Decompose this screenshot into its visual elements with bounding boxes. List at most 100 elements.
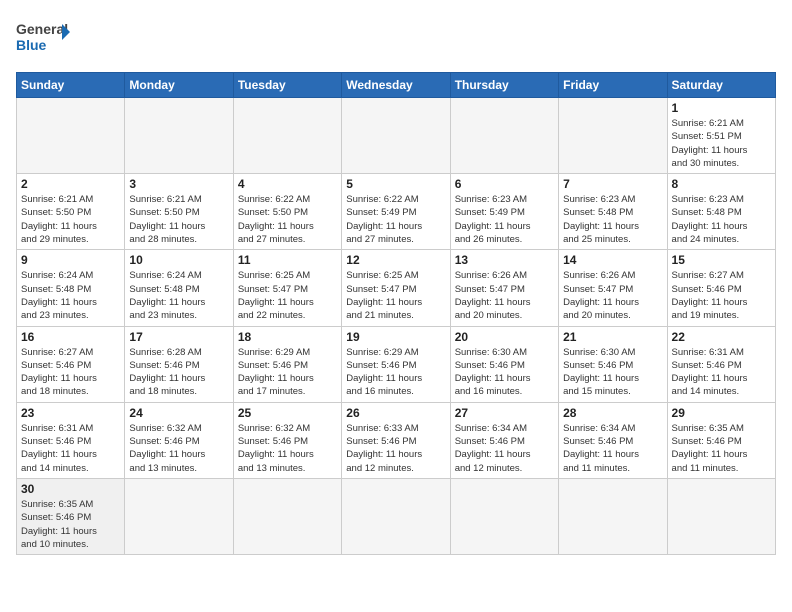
day-info: Sunrise: 6:35 AM Sunset: 5:46 PM Dayligh… xyxy=(672,422,771,475)
day-info: Sunrise: 6:30 AM Sunset: 5:46 PM Dayligh… xyxy=(563,346,662,399)
week-row-5: 23 Sunrise: 6:31 AM Sunset: 5:46 PM Dayli… xyxy=(17,402,776,478)
day-cell: 27 Sunrise: 6:34 AM Sunset: 5:46 PM Dayli… xyxy=(450,402,558,478)
day-info: Sunrise: 6:28 AM Sunset: 5:46 PM Dayligh… xyxy=(129,346,228,399)
day-cell: 22 Sunrise: 6:31 AM Sunset: 5:46 PM Dayli… xyxy=(667,326,775,402)
day-cell xyxy=(125,98,233,174)
day-cell xyxy=(342,98,450,174)
day-cell: 1 Sunrise: 6:21 AM Sunset: 5:51 PM Daylig… xyxy=(667,98,775,174)
day-number: 5 xyxy=(346,177,445,191)
day-info: Sunrise: 6:25 AM Sunset: 5:47 PM Dayligh… xyxy=(346,269,445,322)
day-number: 23 xyxy=(21,406,120,420)
day-number: 2 xyxy=(21,177,120,191)
day-cell: 20Sunrise: 6:30 AM Sunset: 5:46 PM Dayli… xyxy=(450,326,558,402)
day-info: Sunrise: 6:35 AM Sunset: 5:46 PM Dayligh… xyxy=(21,498,120,551)
day-info: Sunrise: 6:27 AM Sunset: 5:46 PM Dayligh… xyxy=(21,346,120,399)
day-number: 11 xyxy=(238,253,337,267)
day-cell xyxy=(450,478,558,554)
day-cell: 5Sunrise: 6:22 AM Sunset: 5:49 PM Daylig… xyxy=(342,174,450,250)
day-info: Sunrise: 6:34 AM Sunset: 5:46 PM Dayligh… xyxy=(455,422,554,475)
calendar-table: SundayMondayTuesdayWednesdayThursdayFrid… xyxy=(16,72,776,555)
day-cell xyxy=(233,478,341,554)
day-cell: 10 Sunrise: 6:24 AM Sunset: 5:48 PM Dayli… xyxy=(125,250,233,326)
day-info: Sunrise: 6:29 AM Sunset: 5:46 PM Dayligh… xyxy=(346,346,445,399)
day-cell: 23 Sunrise: 6:31 AM Sunset: 5:46 PM Dayli… xyxy=(17,402,125,478)
day-info: Sunrise: 6:31 AM Sunset: 5:46 PM Dayligh… xyxy=(21,422,120,475)
day-info: Sunrise: 6:25 AM Sunset: 5:47 PM Dayligh… xyxy=(238,269,337,322)
day-info: Sunrise: 6:27 AM Sunset: 5:46 PM Dayligh… xyxy=(672,269,771,322)
day-cell xyxy=(559,478,667,554)
day-number: 16 xyxy=(21,330,120,344)
day-cell: 14 Sunrise: 6:26 AM Sunset: 5:47 PM Dayli… xyxy=(559,250,667,326)
week-row-1: 1 Sunrise: 6:21 AM Sunset: 5:51 PM Daylig… xyxy=(17,98,776,174)
day-info: Sunrise: 6:21 AM Sunset: 5:51 PM Dayligh… xyxy=(672,117,771,170)
day-cell: 3Sunrise: 6:21 AM Sunset: 5:50 PM Daylig… xyxy=(125,174,233,250)
day-info: Sunrise: 6:32 AM Sunset: 5:46 PM Dayligh… xyxy=(129,422,228,475)
day-number: 14 xyxy=(563,253,662,267)
day-cell xyxy=(667,478,775,554)
day-cell xyxy=(559,98,667,174)
day-info: Sunrise: 6:26 AM Sunset: 5:47 PM Dayligh… xyxy=(455,269,554,322)
day-number: 28 xyxy=(563,406,662,420)
day-number: 24 xyxy=(129,406,228,420)
day-cell: 2 Sunrise: 6:21 AM Sunset: 5:50 PM Daylig… xyxy=(17,174,125,250)
weekday-tuesday: Tuesday xyxy=(233,73,341,98)
weekday-sunday: Sunday xyxy=(17,73,125,98)
day-info: Sunrise: 6:30 AM Sunset: 5:46 PM Dayligh… xyxy=(455,346,554,399)
day-number: 17 xyxy=(129,330,228,344)
day-number: 18 xyxy=(238,330,337,344)
day-cell: 9Sunrise: 6:24 AM Sunset: 5:48 PM Daylig… xyxy=(17,250,125,326)
day-cell: 25Sunrise: 6:32 AM Sunset: 5:46 PM Dayli… xyxy=(233,402,341,478)
logo: General Blue xyxy=(16,16,70,60)
day-cell: 7Sunrise: 6:23 AM Sunset: 5:48 PM Daylig… xyxy=(559,174,667,250)
day-cell: 30 Sunrise: 6:35 AM Sunset: 5:46 PM Dayli… xyxy=(17,478,125,554)
logo-icon: General Blue xyxy=(16,16,70,60)
day-cell: 28Sunrise: 6:34 AM Sunset: 5:46 PM Dayli… xyxy=(559,402,667,478)
day-number: 10 xyxy=(129,253,228,267)
day-number: 1 xyxy=(672,101,771,115)
day-number: 22 xyxy=(672,330,771,344)
day-info: Sunrise: 6:31 AM Sunset: 5:46 PM Dayligh… xyxy=(672,346,771,399)
day-number: 19 xyxy=(346,330,445,344)
weekday-saturday: Saturday xyxy=(667,73,775,98)
day-number: 29 xyxy=(672,406,771,420)
day-info: Sunrise: 6:21 AM Sunset: 5:50 PM Dayligh… xyxy=(129,193,228,246)
day-cell: 26Sunrise: 6:33 AM Sunset: 5:46 PM Dayli… xyxy=(342,402,450,478)
day-number: 30 xyxy=(21,482,120,496)
weekday-friday: Friday xyxy=(559,73,667,98)
day-info: Sunrise: 6:24 AM Sunset: 5:48 PM Dayligh… xyxy=(129,269,228,322)
day-number: 4 xyxy=(238,177,337,191)
day-cell: 4 Sunrise: 6:22 AM Sunset: 5:50 PM Daylig… xyxy=(233,174,341,250)
day-info: Sunrise: 6:29 AM Sunset: 5:46 PM Dayligh… xyxy=(238,346,337,399)
day-info: Sunrise: 6:26 AM Sunset: 5:47 PM Dayligh… xyxy=(563,269,662,322)
day-info: Sunrise: 6:23 AM Sunset: 5:48 PM Dayligh… xyxy=(672,193,771,246)
weekday-wednesday: Wednesday xyxy=(342,73,450,98)
day-number: 26 xyxy=(346,406,445,420)
day-cell: 11 Sunrise: 6:25 AM Sunset: 5:47 PM Dayli… xyxy=(233,250,341,326)
day-info: Sunrise: 6:22 AM Sunset: 5:50 PM Dayligh… xyxy=(238,193,337,246)
week-row-4: 16 Sunrise: 6:27 AM Sunset: 5:46 PM Dayli… xyxy=(17,326,776,402)
day-cell: 8Sunrise: 6:23 AM Sunset: 5:48 PM Daylig… xyxy=(667,174,775,250)
svg-text:General: General xyxy=(16,21,68,37)
day-number: 6 xyxy=(455,177,554,191)
day-number: 12 xyxy=(346,253,445,267)
day-number: 27 xyxy=(455,406,554,420)
day-cell: 16 Sunrise: 6:27 AM Sunset: 5:46 PM Dayli… xyxy=(17,326,125,402)
day-cell: 18 Sunrise: 6:29 AM Sunset: 5:46 PM Dayli… xyxy=(233,326,341,402)
day-number: 13 xyxy=(455,253,554,267)
day-cell: 15 Sunrise: 6:27 AM Sunset: 5:46 PM Dayli… xyxy=(667,250,775,326)
day-info: Sunrise: 6:21 AM Sunset: 5:50 PM Dayligh… xyxy=(21,193,120,246)
day-number: 21 xyxy=(563,330,662,344)
day-number: 15 xyxy=(672,253,771,267)
day-cell: 6Sunrise: 6:23 AM Sunset: 5:49 PM Daylig… xyxy=(450,174,558,250)
week-row-2: 2 Sunrise: 6:21 AM Sunset: 5:50 PM Daylig… xyxy=(17,174,776,250)
weekday-monday: Monday xyxy=(125,73,233,98)
week-row-6: 30 Sunrise: 6:35 AM Sunset: 5:46 PM Dayli… xyxy=(17,478,776,554)
day-cell: 21 Sunrise: 6:30 AM Sunset: 5:46 PM Dayli… xyxy=(559,326,667,402)
day-cell: 19 Sunrise: 6:29 AM Sunset: 5:46 PM Dayli… xyxy=(342,326,450,402)
day-cell: 24 Sunrise: 6:32 AM Sunset: 5:46 PM Dayli… xyxy=(125,402,233,478)
day-cell xyxy=(450,98,558,174)
day-info: Sunrise: 6:24 AM Sunset: 5:48 PM Dayligh… xyxy=(21,269,120,322)
weekday-thursday: Thursday xyxy=(450,73,558,98)
day-number: 7 xyxy=(563,177,662,191)
day-number: 25 xyxy=(238,406,337,420)
